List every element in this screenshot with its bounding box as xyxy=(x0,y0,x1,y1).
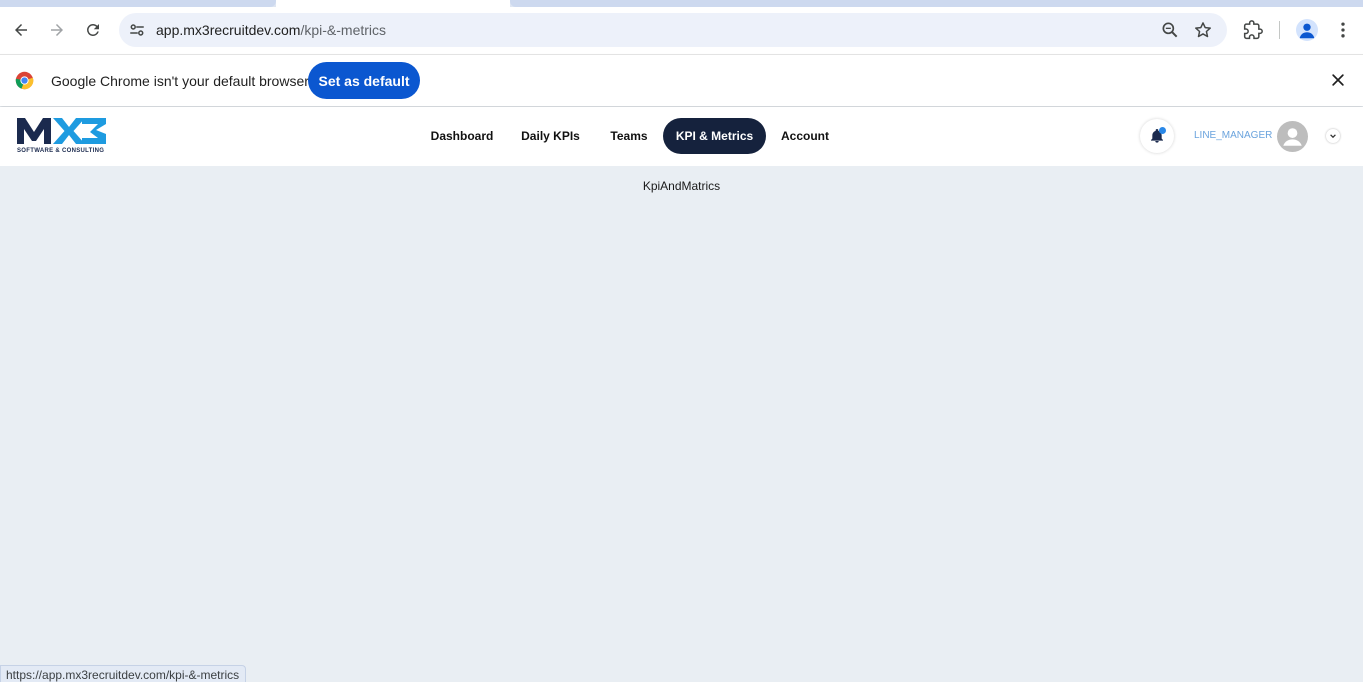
nav-daily-kpis[interactable]: Daily KPIs xyxy=(514,118,587,154)
nav-account[interactable]: Account xyxy=(776,118,834,154)
page-placeholder-text: KpiAndMatrics xyxy=(642,179,721,193)
url-domain: app.mx3recruitdev.com xyxy=(156,22,301,38)
extensions-icon xyxy=(1243,20,1263,40)
user-menu-toggle[interactable] xyxy=(1326,129,1340,143)
inactive-tab-right[interactable] xyxy=(510,0,1363,7)
nav-kpi-metrics[interactable]: KPI & Metrics xyxy=(663,118,766,154)
extensions-button[interactable] xyxy=(1242,19,1264,41)
logo-mark xyxy=(17,118,106,144)
user-role: LINE_MANAGER xyxy=(1194,130,1273,141)
chevron-down-icon xyxy=(1330,134,1336,139)
site-settings-button[interactable] xyxy=(127,20,147,40)
bookmark-star-icon[interactable] xyxy=(1193,20,1213,40)
forward-icon xyxy=(51,24,63,36)
notifications-button[interactable] xyxy=(1140,119,1174,153)
main-content: KpiAndMatrics xyxy=(0,166,1363,682)
chrome-menu-button[interactable] xyxy=(1332,19,1354,41)
nav-teams[interactable]: Teams xyxy=(603,118,655,154)
address-bar[interactable]: app.mx3recruitdev.com/kpi-&-metrics xyxy=(119,13,1227,47)
set-as-default-button[interactable]: Set as default xyxy=(308,62,420,99)
close-icon[interactable] xyxy=(1329,71,1347,89)
profile-button[interactable] xyxy=(1296,19,1318,41)
notification-dot xyxy=(1159,127,1166,134)
site-settings-icon xyxy=(130,24,144,36)
menu-icon xyxy=(1341,22,1345,38)
infobar-message: Google Chrome isn't your default browser xyxy=(51,73,309,89)
default-browser-infobar: Google Chrome isn't your default browser… xyxy=(0,54,1363,106)
active-tab[interactable] xyxy=(276,0,510,7)
logo-tagline: SOFTWARE & CONSULTING xyxy=(17,148,105,154)
app-header: SOFTWARE & CONSULTING Dashboard Daily KP… xyxy=(0,107,1363,166)
browser-toolbar: app.mx3recruitdev.com/kpi-&-metrics xyxy=(0,7,1363,54)
reload-button[interactable] xyxy=(78,15,108,45)
user-avatar[interactable] xyxy=(1277,121,1308,152)
zoom-icon[interactable] xyxy=(1160,20,1180,40)
toolbar-separator xyxy=(1279,21,1280,39)
profile-icon xyxy=(1299,23,1315,39)
back-icon xyxy=(15,24,27,36)
url-text[interactable]: app.mx3recruitdev.com/kpi-&-metrics xyxy=(156,22,386,38)
status-url-bubble: https://app.mx3recruitdev.com/kpi-&-metr… xyxy=(0,665,247,682)
mx3-logo[interactable]: SOFTWARE & CONSULTING xyxy=(16,114,108,156)
inactive-tab-left[interactable] xyxy=(0,0,276,7)
forward-button[interactable] xyxy=(42,15,72,45)
avatar-icon xyxy=(1283,128,1302,146)
reload-icon xyxy=(87,23,99,36)
chrome-logo-icon xyxy=(15,71,34,90)
url-path: /kpi-&-metrics xyxy=(300,22,387,38)
nav-dashboard[interactable]: Dashboard xyxy=(426,118,498,154)
back-button[interactable] xyxy=(6,15,36,45)
tab-strip xyxy=(0,0,1363,7)
